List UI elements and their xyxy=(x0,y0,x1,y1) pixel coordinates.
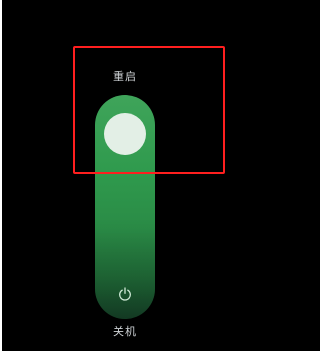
power-menu-screen: 重启 关机 xyxy=(0,0,257,351)
highlight-box xyxy=(73,46,225,174)
power-off-label: 关机 xyxy=(113,325,137,338)
screen-edge xyxy=(0,0,2,351)
power-icon xyxy=(119,287,131,301)
